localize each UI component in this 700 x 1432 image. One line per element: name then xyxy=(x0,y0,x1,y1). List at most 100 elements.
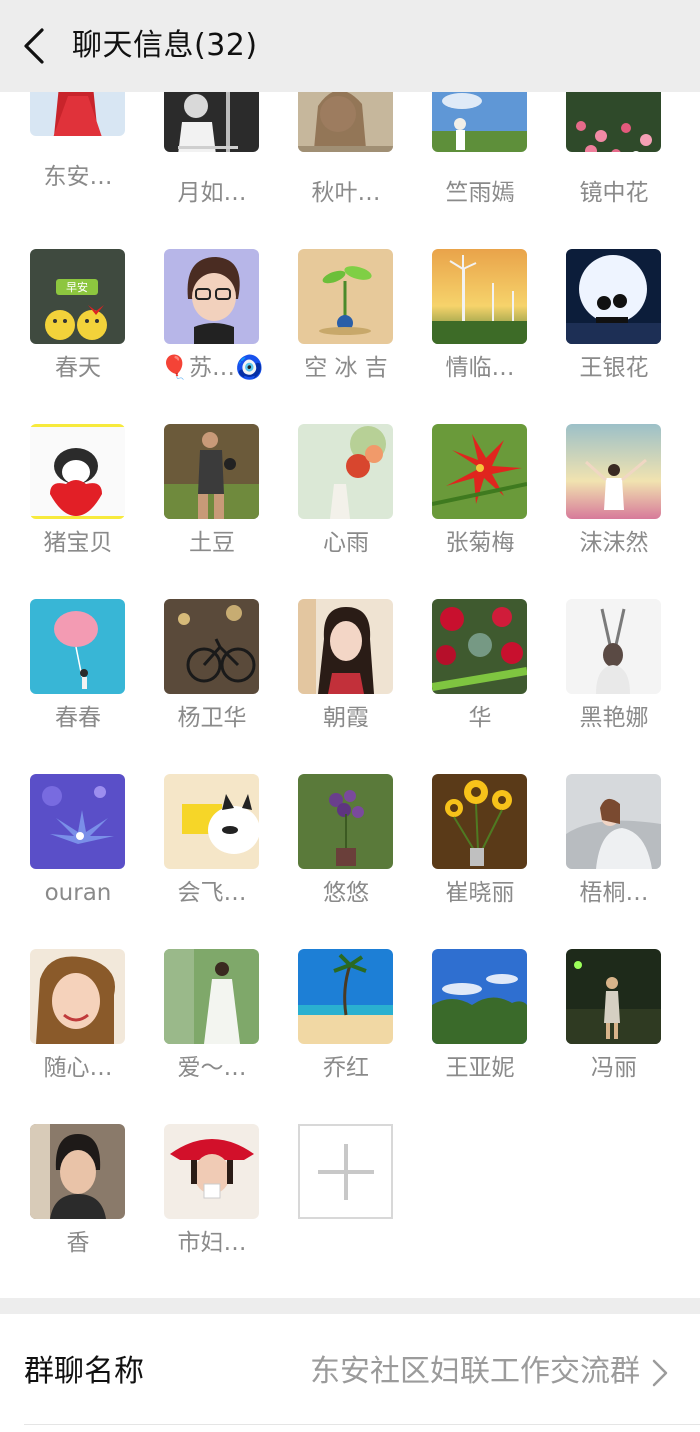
member-name: 镜中花 xyxy=(579,180,649,206)
member-name: 冯丽 xyxy=(591,1055,637,1081)
member-avatar xyxy=(298,249,393,344)
member-avatar xyxy=(432,249,527,344)
member-name: 随心… xyxy=(43,1055,113,1081)
member-item[interactable]: 猪宝贝 xyxy=(0,424,134,599)
member-avatar xyxy=(432,424,527,519)
group-name-value: 东安社区妇联工作交流群 xyxy=(310,1354,640,1389)
member-item[interactable]: 会飞… xyxy=(134,774,268,949)
member-item[interactable]: 空 冰 吉 xyxy=(268,249,402,424)
member-avatar xyxy=(298,774,393,869)
member-avatar xyxy=(298,599,393,694)
member-avatar xyxy=(30,949,125,1044)
member-name: 王银花 xyxy=(579,355,649,381)
member-avatar xyxy=(30,424,125,519)
member-name: 空 冰 吉 xyxy=(304,355,388,381)
member-item[interactable]: 华 xyxy=(402,599,536,774)
member-name: 市妇… xyxy=(177,1230,247,1256)
member-avatar: 早安 xyxy=(30,249,125,344)
member-item[interactable]: 镜中花 xyxy=(536,92,670,251)
member-name: 梧桐… xyxy=(579,880,649,906)
chevron-left-icon xyxy=(24,28,44,64)
member-avatar xyxy=(164,599,259,694)
member-avatar xyxy=(30,599,125,694)
member-avatar xyxy=(566,424,661,519)
member-avatar xyxy=(432,949,527,1044)
member-avatar xyxy=(164,249,259,344)
member-name: 🎈苏…🧿 xyxy=(160,355,264,381)
member-item[interactable]: 香 xyxy=(0,1124,134,1298)
member-avatar xyxy=(30,774,125,869)
member-name: 心雨 xyxy=(323,530,369,556)
group-name-label: 群聊名称 xyxy=(24,1354,144,1389)
member-item[interactable]: 崔晓丽 xyxy=(402,774,536,949)
member-item[interactable]: 土豆 xyxy=(134,424,268,599)
member-item[interactable]: 悠悠 xyxy=(268,774,402,949)
member-avatar xyxy=(566,249,661,344)
member-item[interactable]: 东安… xyxy=(0,92,134,251)
member-name: 张菊梅 xyxy=(445,530,515,556)
member-item[interactable]: 随心… xyxy=(0,949,134,1124)
member-name: 东安… xyxy=(43,164,113,190)
member-avatar xyxy=(30,1124,125,1219)
member-name: 会飞… xyxy=(177,880,247,906)
member-avatar xyxy=(164,774,259,869)
member-item[interactable]: 市妇… xyxy=(134,1124,268,1298)
member-item[interactable]: 秋叶… xyxy=(268,92,402,251)
member-avatar xyxy=(298,424,393,519)
member-item[interactable]: 爱～… xyxy=(134,949,268,1124)
member-item[interactable]: 情临… xyxy=(402,249,536,424)
member-name: 土豆 xyxy=(189,530,235,556)
member-avatar xyxy=(432,774,527,869)
member-avatar xyxy=(164,92,259,152)
back-button[interactable] xyxy=(14,22,54,70)
member-name: 朝霞 xyxy=(323,705,369,731)
member-name: 华 xyxy=(468,705,492,731)
member-item[interactable]: 沫沫然 xyxy=(536,424,670,599)
member-item[interactable]: 早安 春天 xyxy=(0,249,134,424)
member-item[interactable]: 🎈苏…🧿 xyxy=(134,249,268,424)
member-item[interactable]: 乔红 xyxy=(268,949,402,1124)
member-name: 月如… xyxy=(177,180,247,206)
member-name: 香 xyxy=(66,1230,90,1256)
member-avatar xyxy=(164,949,259,1044)
member-item[interactable]: 王亚妮 xyxy=(402,949,536,1124)
member-item[interactable]: 竺雨嫣 xyxy=(402,92,536,251)
member-item[interactable]: 王银花 xyxy=(536,249,670,424)
member-item[interactable]: 黑艳娜 xyxy=(536,599,670,774)
member-name: 乔红 xyxy=(323,1055,369,1081)
member-item[interactable]: 张菊梅 xyxy=(402,424,536,599)
member-name: 秋叶… xyxy=(311,180,381,206)
member-avatar xyxy=(164,1124,259,1219)
member-item[interactable]: 月如… xyxy=(134,92,268,251)
member-avatar xyxy=(298,92,393,152)
member-item[interactable]: ouran xyxy=(0,774,134,949)
member-avatar xyxy=(566,92,661,152)
member-name: 春天 xyxy=(55,355,101,381)
member-item[interactable]: 春春 xyxy=(0,599,134,774)
member-item[interactable]: 梧桐… xyxy=(536,774,670,949)
svg-text:早安: 早安 xyxy=(66,280,88,294)
member-name: 沫沫然 xyxy=(579,530,649,556)
member-item[interactable]: 杨卫华 xyxy=(134,599,268,774)
member-item[interactable]: 冯丽 xyxy=(536,949,670,1124)
member-avatar xyxy=(566,949,661,1044)
member-name: 杨卫华 xyxy=(177,705,247,731)
plus-icon xyxy=(317,1143,374,1200)
member-grid: 东安… 月如… 秋叶… 竺雨嫣 镜中花 早安 春天 🎈苏…🧿 空 冰 吉 情临…… xyxy=(0,92,700,1298)
member-item[interactable]: 心雨 xyxy=(268,424,402,599)
add-member-button[interactable] xyxy=(298,1124,393,1219)
chevron-right-icon xyxy=(652,1359,668,1387)
member-name: 崔晓丽 xyxy=(445,880,515,906)
member-name: 爱～… xyxy=(177,1055,247,1081)
row-separator xyxy=(24,1424,700,1425)
member-name: 情临… xyxy=(445,355,515,381)
member-item[interactable]: 朝霞 xyxy=(268,599,402,774)
group-name-row[interactable]: 群聊名称 东安社区妇联工作交流群 xyxy=(0,1314,700,1426)
member-avatar xyxy=(566,599,661,694)
page-title: 聊天信息(32) xyxy=(72,28,258,63)
member-avatar xyxy=(432,599,527,694)
member-name: 猪宝贝 xyxy=(43,530,113,556)
member-name: 竺雨嫣 xyxy=(445,180,515,206)
member-name: 黑艳娜 xyxy=(579,705,649,731)
member-name: 悠悠 xyxy=(323,880,369,906)
